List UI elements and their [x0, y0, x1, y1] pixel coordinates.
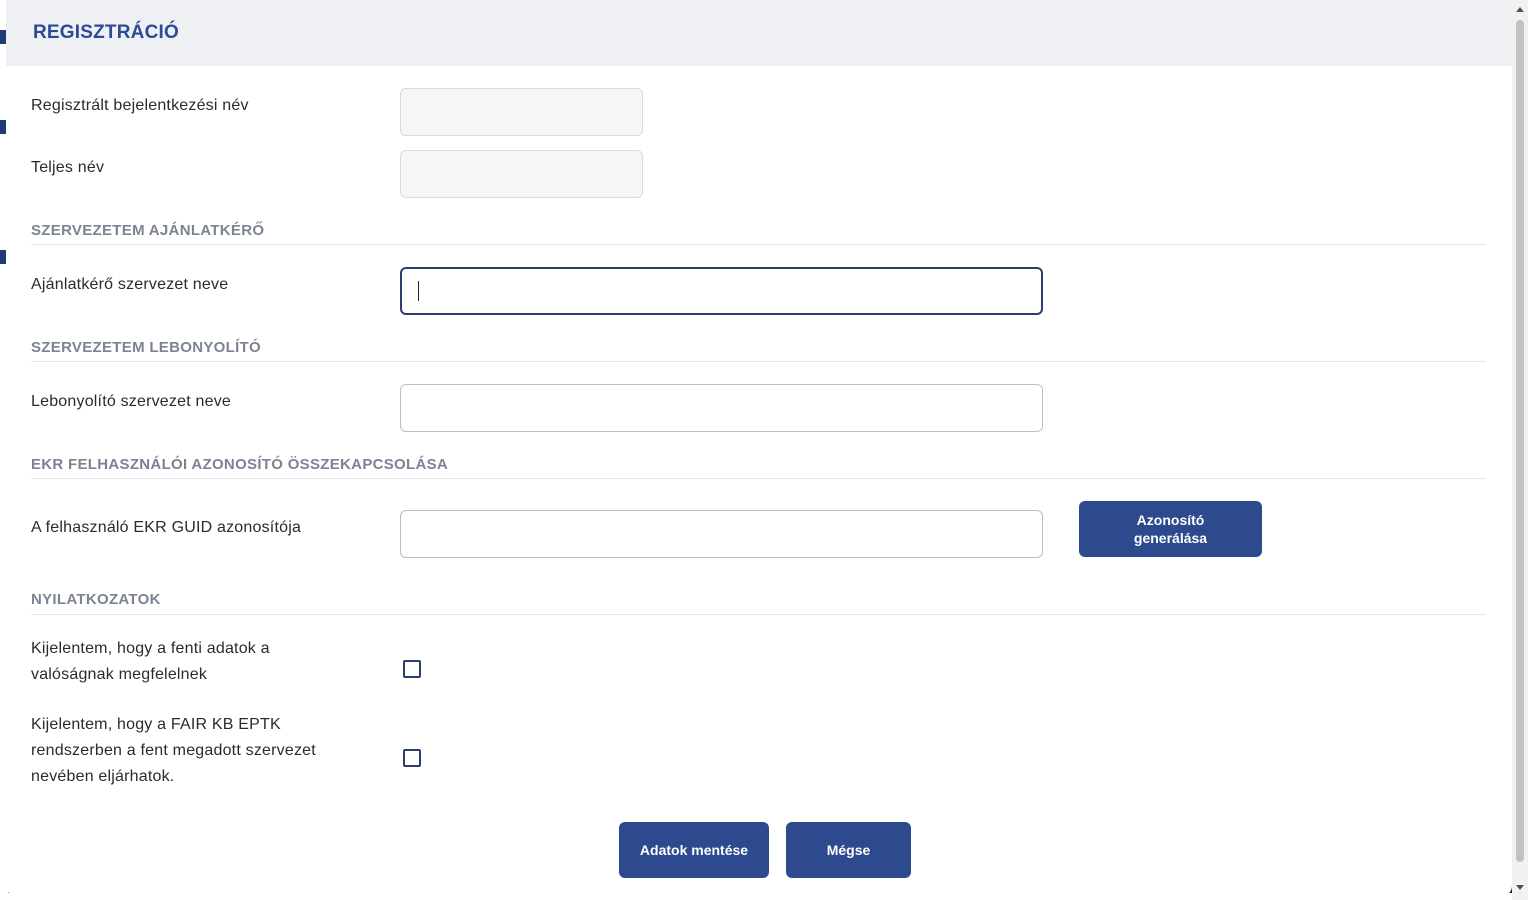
modal-title: REGISZTRÁCIÓ — [33, 22, 179, 43]
modal-header: REGISZTRÁCIÓ — [6, 0, 1512, 66]
save-button[interactable]: Adatok mentése — [619, 822, 769, 878]
generate-id-button-label-line2: generálása — [1133, 530, 1208, 546]
declaration-1-line1: Kijelentem, hogy a fenti adatok a — [31, 640, 270, 657]
login-name-label: Regisztrált bejelentkezési név — [31, 97, 249, 114]
scroll-up-arrow-icon[interactable] — [1516, 7, 1524, 12]
declaration-2-label: Kijelentem, hogy a FAIR KB EPTK rendszer… — [31, 712, 316, 790]
section-title-requester: SZERVEZETEM AJÁNLATKÉRŐ — [31, 222, 265, 239]
organizer-org-input[interactable] — [400, 384, 1043, 432]
requester-org-label: Ajánlatkérő szervezet neve — [31, 276, 229, 293]
registration-modal: REGISZTRÁCIÓ Regisztrált bejelentkezési … — [6, 0, 1512, 896]
declaration-2-line3: nevében eljárhatok. — [31, 768, 175, 785]
declaration-2-checkbox[interactable] — [403, 749, 421, 767]
scrollbar-thumb[interactable] — [1516, 20, 1524, 862]
generate-id-button[interactable]: Azonosító generálása — [1079, 501, 1262, 557]
declaration-1-line2: valóságnak megfelelnek — [31, 666, 208, 683]
declaration-1-checkbox[interactable] — [403, 660, 421, 678]
full-name-field[interactable] — [400, 150, 643, 198]
organizer-org-label: Lebonyolító szervezet neve — [31, 393, 231, 410]
ekr-guid-input[interactable] — [400, 510, 1043, 558]
declaration-1-label: Kijelentem, hogy a fenti adatok a valósá… — [31, 636, 270, 688]
text-caret — [418, 281, 419, 301]
section-title-declarations: NYILATKOZATOK — [31, 591, 161, 608]
cancel-button[interactable]: Mégse — [786, 822, 911, 878]
section-divider — [31, 361, 1486, 362]
full-name-label: Teljes név — [31, 159, 105, 176]
section-divider — [31, 614, 1486, 615]
declaration-2-line2: rendszerben a fent megadott szervezet — [31, 742, 316, 759]
declaration-2-line1: Kijelentem, hogy a FAIR KB EPTK — [31, 716, 281, 733]
requester-org-input[interactable] — [400, 267, 1043, 315]
section-title-ekr: EKR FELHASZNÁLÓI AZONOSÍTÓ ÖSSZEKAPCSOLÁ… — [31, 456, 449, 473]
scroll-down-arrow-icon[interactable] — [1516, 885, 1524, 890]
ekr-guid-label: A felhasználó EKR GUID azonosítója — [31, 519, 302, 536]
section-divider — [31, 244, 1486, 245]
scrollbar[interactable] — [1512, 0, 1528, 900]
login-name-field[interactable] — [400, 88, 643, 136]
section-divider — [31, 478, 1486, 479]
generate-id-button-label-line1: Azonosító — [1136, 512, 1205, 528]
section-title-organizer: SZERVEZETEM LEBONYOLÍTÓ — [31, 339, 261, 356]
